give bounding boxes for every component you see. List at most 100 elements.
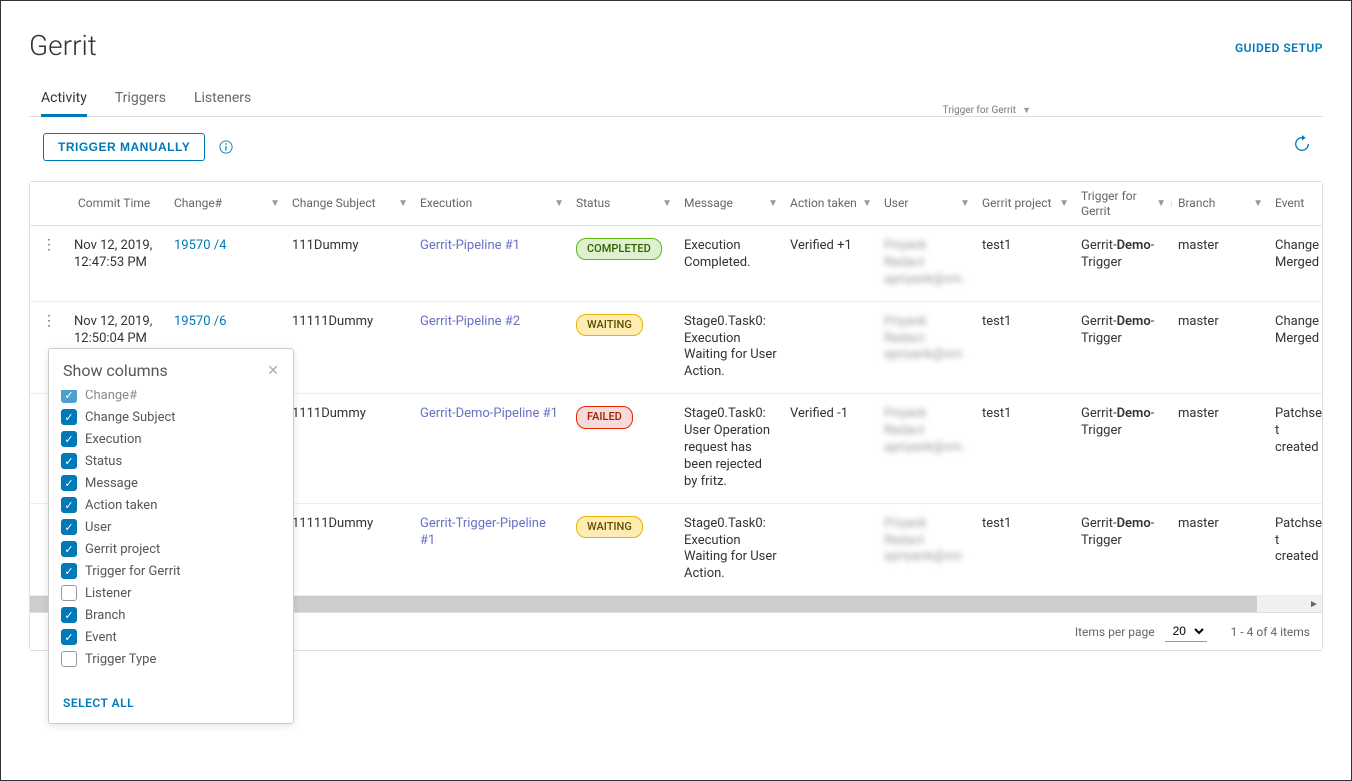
- column-checkbox-row[interactable]: ✓ Change Subject: [61, 406, 281, 428]
- column-checkbox-row[interactable]: ✓ Action taken: [61, 494, 281, 516]
- cell-action: Verified -1: [784, 402, 878, 494]
- scroll-right-icon[interactable]: ►: [1306, 596, 1322, 612]
- cell-change-link[interactable]: 19570 /4: [168, 234, 286, 293]
- checkbox[interactable]: ✓: [61, 390, 77, 403]
- col-project[interactable]: Gerrit project: [982, 196, 1051, 210]
- close-icon[interactable]: ✕: [267, 363, 279, 379]
- column-checkbox-row[interactable]: ✓ Change#: [61, 390, 281, 406]
- col-change[interactable]: Change#: [174, 196, 222, 210]
- page-size-select[interactable]: 20: [1165, 621, 1207, 642]
- filter-icon[interactable]: ▼: [662, 198, 672, 209]
- checkbox-label[interactable]: Gerrit project: [85, 542, 160, 557]
- checkbox-label[interactable]: Execution: [85, 432, 142, 447]
- col-commit-time[interactable]: Commit Time: [78, 196, 150, 210]
- column-checkbox-row[interactable]: ✓ Message: [61, 472, 281, 494]
- column-checkbox-row[interactable]: ✓ Event: [61, 626, 281, 648]
- checkbox[interactable]: ✓: [61, 497, 77, 513]
- info-icon[interactable]: [219, 140, 233, 155]
- item-count: 1 - 4 of 4 items: [1231, 625, 1310, 639]
- checkbox-label[interactable]: Trigger for Gerrit: [85, 564, 181, 579]
- column-checkbox-row[interactable]: ✓ Branch: [61, 604, 281, 626]
- cell-trigger: Gerrit-Demo-Trigger: [1075, 402, 1172, 494]
- cell-event: Patchset created: [1269, 512, 1323, 588]
- filter-icon[interactable]: ▼: [554, 198, 564, 209]
- cell-project: test1: [976, 234, 1075, 293]
- guided-setup-link[interactable]: GUIDED SETUP: [1235, 41, 1323, 55]
- filter-icon[interactable]: ▼: [1253, 198, 1263, 209]
- refresh-icon[interactable]: [1293, 133, 1311, 153]
- table-row: ⋮ Nov 12, 2019, 12:47:53 PM 19570 /4 111…: [30, 226, 1322, 302]
- col-subject[interactable]: Change Subject: [292, 196, 376, 210]
- table-header-row: Commit Time Change# ▼ Change Subject ▼ Exe…: [30, 182, 1322, 226]
- checkbox[interactable]: [61, 651, 77, 667]
- col-status[interactable]: Status: [576, 196, 610, 210]
- cell-execution-link[interactable]: Gerrit-Pipeline #2: [414, 310, 570, 386]
- cell-project: test1: [976, 402, 1075, 494]
- row-actions-menu[interactable]: ⋮: [30, 234, 68, 293]
- filter-icon[interactable]: ▼: [960, 198, 970, 209]
- column-checkbox-row[interactable]: ✓ Status: [61, 450, 281, 472]
- checkbox[interactable]: [61, 585, 77, 601]
- col-event[interactable]: Event: [1275, 196, 1304, 210]
- cell-project: test1: [976, 310, 1075, 386]
- checkbox[interactable]: ✓: [61, 519, 77, 535]
- checkbox-label[interactable]: Change#: [85, 390, 137, 403]
- cell-subject: 111Dummy: [286, 234, 414, 293]
- tabs: Activity Triggers Listeners: [29, 82, 1323, 117]
- checkbox-label[interactable]: Branch: [85, 608, 125, 623]
- filter-icon[interactable]: ▼: [270, 198, 280, 209]
- cell-user: Priyank Redactapriyank@vm: [878, 310, 976, 386]
- col-action[interactable]: Action taken: [790, 196, 857, 210]
- checkbox[interactable]: ✓: [61, 453, 77, 469]
- cell-action: [784, 512, 878, 588]
- cell-branch: master: [1172, 512, 1269, 588]
- checkbox-label[interactable]: User: [85, 520, 111, 535]
- filter-icon[interactable]: ▼: [862, 198, 872, 209]
- filter-icon[interactable]: ▼: [1156, 198, 1166, 209]
- page-title: Gerrit: [29, 29, 1323, 62]
- cell-user: Priyank Redactapriyank@vm: [878, 512, 976, 588]
- checkbox-label[interactable]: Change Subject: [85, 410, 176, 425]
- items-per-page-label: Items per page: [1075, 625, 1155, 639]
- column-checkbox-row[interactable]: ✓ Trigger for Gerrit: [61, 560, 281, 582]
- cell-event: Change Merged: [1269, 234, 1323, 293]
- checkbox[interactable]: ✓: [61, 409, 77, 425]
- checkbox-label[interactable]: Trigger Type: [85, 652, 156, 667]
- checkbox[interactable]: ✓: [61, 431, 77, 447]
- filter-icon[interactable]: ▼: [398, 198, 408, 209]
- cell-execution-link[interactable]: Gerrit-Trigger-Pipeline #1: [414, 512, 570, 588]
- show-columns-popover: Show columns ✕ ✓ Change# ✓ Change Subjec…: [48, 348, 294, 724]
- checkbox[interactable]: ✓: [61, 629, 77, 645]
- column-checkbox-row[interactable]: ✓ User: [61, 516, 281, 538]
- col-trigger[interactable]: Trigger for Gerrit: [1081, 189, 1166, 218]
- checkbox[interactable]: ✓: [61, 541, 77, 557]
- filter-icon[interactable]: ▼: [1059, 198, 1069, 209]
- checkbox-label[interactable]: Listener: [85, 586, 132, 601]
- checkbox[interactable]: ✓: [61, 475, 77, 491]
- cell-message: Stage0.Task0: Execution Waiting for User…: [678, 310, 784, 386]
- cell-execution-link[interactable]: Gerrit-Demo-Pipeline #1: [414, 402, 570, 494]
- checkbox-label[interactable]: Message: [85, 476, 138, 491]
- column-checkbox-row[interactable]: ✓ Execution: [61, 428, 281, 450]
- column-checkbox-row[interactable]: Trigger Type: [61, 648, 281, 670]
- checkbox-label[interactable]: Action taken: [85, 498, 157, 513]
- cell-message: Stage0.Task0: Execution Waiting for User…: [678, 512, 784, 588]
- col-message[interactable]: Message: [684, 196, 733, 210]
- trigger-manually-button[interactable]: TRIGGER MANUALLY: [43, 133, 205, 161]
- col-branch[interactable]: Branch: [1178, 196, 1215, 210]
- col-user[interactable]: User: [884, 196, 908, 210]
- col-execution[interactable]: Execution: [420, 196, 472, 210]
- checkbox[interactable]: ✓: [61, 563, 77, 579]
- tab-triggers[interactable]: Triggers: [115, 82, 166, 116]
- tab-activity[interactable]: Activity: [41, 82, 87, 116]
- select-all-button[interactable]: SELECT ALL: [63, 696, 134, 710]
- column-checkbox-row[interactable]: Listener: [61, 582, 281, 604]
- checkbox-label[interactable]: Status: [85, 454, 122, 469]
- tab-listeners[interactable]: Listeners: [194, 82, 251, 116]
- checkbox-label[interactable]: Event: [85, 630, 117, 645]
- cell-action: [784, 310, 878, 386]
- filter-icon[interactable]: ▼: [768, 198, 778, 209]
- checkbox[interactable]: ✓: [61, 607, 77, 623]
- cell-execution-link[interactable]: Gerrit-Pipeline #1: [414, 234, 570, 293]
- column-checkbox-row[interactable]: ✓ Gerrit project: [61, 538, 281, 560]
